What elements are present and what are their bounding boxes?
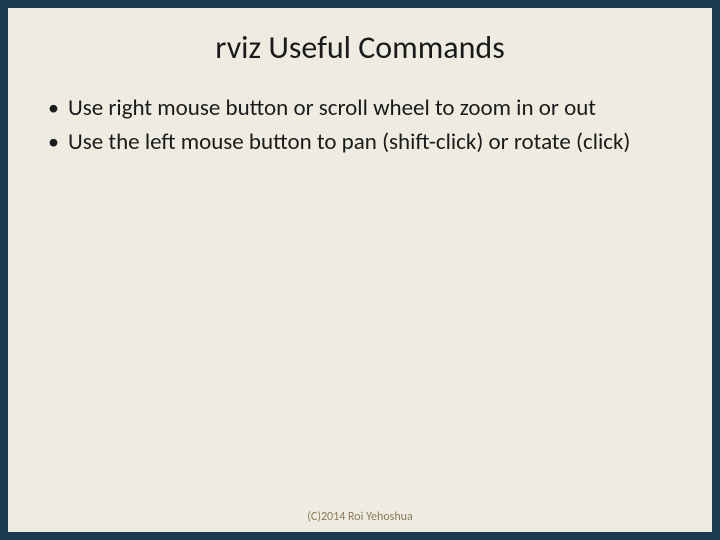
bullet-list: Use right mouse button or scroll wheel t… xyxy=(46,95,674,156)
slide-title: rviz Useful Commands xyxy=(8,8,712,77)
bullet-item: Use right mouse button or scroll wheel t… xyxy=(46,95,674,123)
slide-container: rviz Useful Commands Use right mouse but… xyxy=(8,8,712,532)
bullet-item: Use the left mouse button to pan (shift-… xyxy=(46,129,674,157)
slide-footer: (C)2014 Roi Yehoshua xyxy=(8,510,712,532)
slide-content: Use right mouse button or scroll wheel t… xyxy=(8,77,712,510)
